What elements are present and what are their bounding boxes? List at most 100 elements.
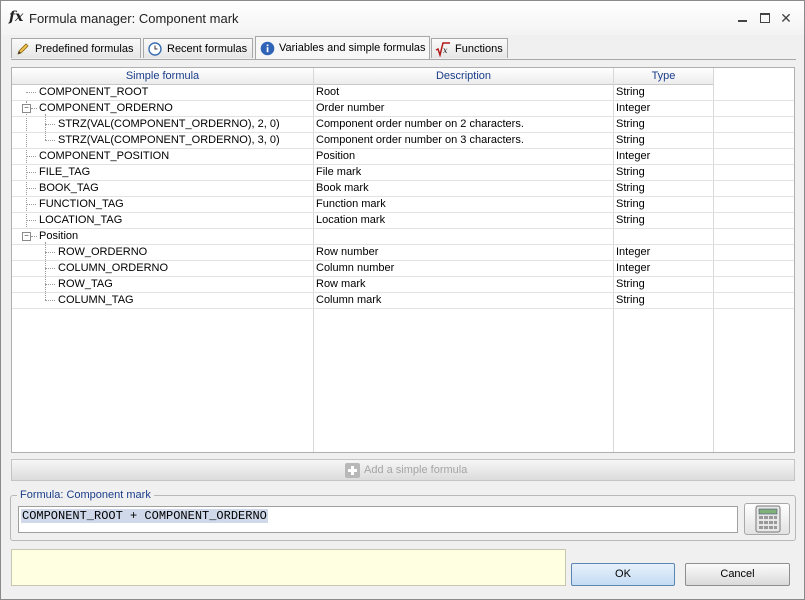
tree-line bbox=[31, 108, 37, 110]
close-button[interactable]: ✕ bbox=[779, 11, 793, 25]
cell-type: Integer bbox=[616, 246, 651, 258]
tab-label: Functions bbox=[455, 42, 503, 55]
tree-line bbox=[45, 284, 55, 286]
cell-type: String bbox=[616, 134, 645, 146]
cell-type: String bbox=[616, 166, 645, 178]
tab-label: Variables and simple formulas bbox=[279, 42, 426, 54]
cell-description: Location mark bbox=[316, 214, 386, 226]
cell-formula: STRZ(VAL(COMPONENT_ORDERNO), 3, 0) bbox=[58, 134, 280, 146]
tree-line bbox=[26, 172, 36, 174]
column-header-description[interactable]: Description bbox=[314, 68, 614, 85]
cell-description: Order number bbox=[316, 102, 385, 114]
cell-formula: COMPONENT_ROOT bbox=[39, 86, 149, 98]
cell-formula: COLUMN_TAG bbox=[58, 294, 134, 306]
cell-description: File mark bbox=[316, 166, 362, 178]
table-row[interactable]: BOOK_TAG Book mark String bbox=[12, 181, 794, 197]
table-row[interactable]: STRZ(VAL(COMPONENT_ORDERNO), 2, 0) Compon… bbox=[12, 117, 794, 133]
tree-line bbox=[26, 156, 36, 158]
svg-text:x: x bbox=[443, 46, 448, 55]
clock-icon bbox=[147, 41, 163, 57]
add-simple-formula-label: Add a simple formula bbox=[364, 464, 468, 476]
tree-line bbox=[45, 252, 55, 254]
cell-description: Position bbox=[316, 150, 356, 162]
cell-type: String bbox=[616, 278, 645, 290]
table-row[interactable]: − COMPONENT_ORDERNO Order number Integer bbox=[12, 101, 794, 117]
cancel-button[interactable]: Cancel bbox=[685, 563, 790, 586]
cell-type: Integer bbox=[616, 102, 651, 114]
cell-formula: COLUMN_ORDERNO bbox=[58, 262, 169, 274]
tree-line bbox=[26, 220, 36, 222]
formula-input[interactable]: COMPONENT_ROOT + COMPONENT_ORDERNO bbox=[18, 506, 738, 533]
cell-formula: COMPONENT_POSITION bbox=[39, 150, 170, 162]
cell-formula: STRZ(VAL(COMPONENT_ORDERNO), 2, 0) bbox=[58, 118, 280, 130]
ok-button[interactable]: OK bbox=[571, 563, 675, 586]
tab-variables-and-simple-formulas[interactable]: Variables and simple formulas bbox=[255, 36, 430, 59]
cell-formula: FILE_TAG bbox=[39, 166, 91, 178]
formula-grid[interactable]: Simple formula Description Type COMPONEN… bbox=[11, 67, 795, 453]
cell-description: Column number bbox=[316, 262, 395, 274]
cell-type: Integer bbox=[616, 262, 651, 274]
cell-description: Row mark bbox=[316, 278, 366, 290]
collapse-icon[interactable]: − bbox=[22, 232, 31, 241]
status-area bbox=[11, 549, 566, 586]
minimize-button[interactable] bbox=[736, 11, 750, 25]
table-row[interactable]: STRZ(VAL(COMPONENT_ORDERNO), 3, 0) Compon… bbox=[12, 133, 794, 149]
formula-text: COMPONENT_ROOT + COMPONENT_ORDERNO bbox=[21, 509, 268, 523]
tree-line bbox=[45, 268, 55, 270]
table-row[interactable]: COMPONENT_POSITION Position Integer bbox=[12, 149, 794, 165]
column-header-formula[interactable]: Simple formula bbox=[12, 68, 314, 85]
collapse-icon[interactable]: − bbox=[22, 104, 31, 113]
calculator-icon bbox=[755, 505, 781, 533]
sqrt-x-icon: x bbox=[435, 41, 451, 57]
cell-type: String bbox=[616, 118, 645, 130]
cell-formula: FUNCTION_TAG bbox=[39, 198, 124, 210]
table-row[interactable]: FUNCTION_TAG Function mark String bbox=[12, 197, 794, 213]
formula-legend: Formula: Component mark bbox=[17, 489, 154, 501]
table-row[interactable]: ROW_ORDERNO Row number Integer bbox=[12, 245, 794, 261]
window-title: Formula manager: Component mark bbox=[29, 11, 239, 26]
tree-line bbox=[26, 188, 36, 190]
maximize-button[interactable] bbox=[758, 11, 772, 25]
cell-formula: BOOK_TAG bbox=[39, 182, 99, 194]
tab-functions[interactable]: x Functions bbox=[431, 38, 508, 58]
cell-type: String bbox=[616, 86, 645, 98]
cell-description: Component order number on 3 characters. bbox=[316, 134, 524, 146]
tab-divider bbox=[11, 59, 796, 60]
cell-formula: ROW_TAG bbox=[58, 278, 113, 290]
table-row[interactable]: FILE_TAG File mark String bbox=[12, 165, 794, 181]
title-bar: fx Formula manager: Component mark ✕ bbox=[1, 1, 804, 35]
formula-manager-window: fx Formula manager: Component mark ✕ Pre… bbox=[0, 0, 805, 600]
tree-line bbox=[31, 236, 37, 238]
cell-description: Component order number on 2 characters. bbox=[316, 118, 524, 130]
calculator-button[interactable] bbox=[744, 503, 790, 535]
cell-type: Integer bbox=[616, 150, 651, 162]
formula-group: Formula: Component mark COMPONENT_ROOT +… bbox=[10, 489, 796, 541]
add-simple-formula-button[interactable]: Add a simple formula bbox=[11, 459, 795, 481]
cell-type: String bbox=[616, 294, 645, 306]
cell-type: String bbox=[616, 182, 645, 194]
column-header-type[interactable]: Type bbox=[614, 68, 714, 85]
tree-line bbox=[26, 204, 36, 206]
table-row[interactable]: LOCATION_TAG Location mark String bbox=[12, 213, 794, 229]
table-row[interactable]: COMPONENT_ROOT Root String bbox=[12, 85, 794, 101]
table-row[interactable]: − Position bbox=[12, 229, 794, 245]
tab-recent-formulas[interactable]: Recent formulas bbox=[143, 38, 253, 58]
table-row[interactable]: COLUMN_TAG Column mark String bbox=[12, 293, 794, 309]
fx-icon: fx bbox=[9, 9, 24, 25]
cell-formula: COMPONENT_ORDERNO bbox=[39, 102, 173, 114]
cell-formula: ROW_ORDERNO bbox=[58, 246, 148, 258]
tree-line bbox=[26, 92, 36, 94]
table-row[interactable]: COLUMN_ORDERNO Column number Integer bbox=[12, 261, 794, 277]
tree-line bbox=[45, 300, 55, 302]
cell-type: String bbox=[616, 198, 645, 210]
cell-formula: LOCATION_TAG bbox=[39, 214, 123, 226]
tree-line bbox=[45, 124, 55, 126]
cell-description: Book mark bbox=[316, 182, 369, 194]
grid-header: Simple formula Description Type bbox=[12, 68, 714, 86]
table-row[interactable]: ROW_TAG Row mark String bbox=[12, 277, 794, 293]
cell-description: Root bbox=[316, 86, 340, 98]
tree-line bbox=[45, 140, 55, 142]
cell-description: Function mark bbox=[316, 198, 386, 210]
cell-formula: Position bbox=[39, 230, 79, 242]
tab-predefined-formulas[interactable]: Predefined formulas bbox=[11, 38, 141, 58]
